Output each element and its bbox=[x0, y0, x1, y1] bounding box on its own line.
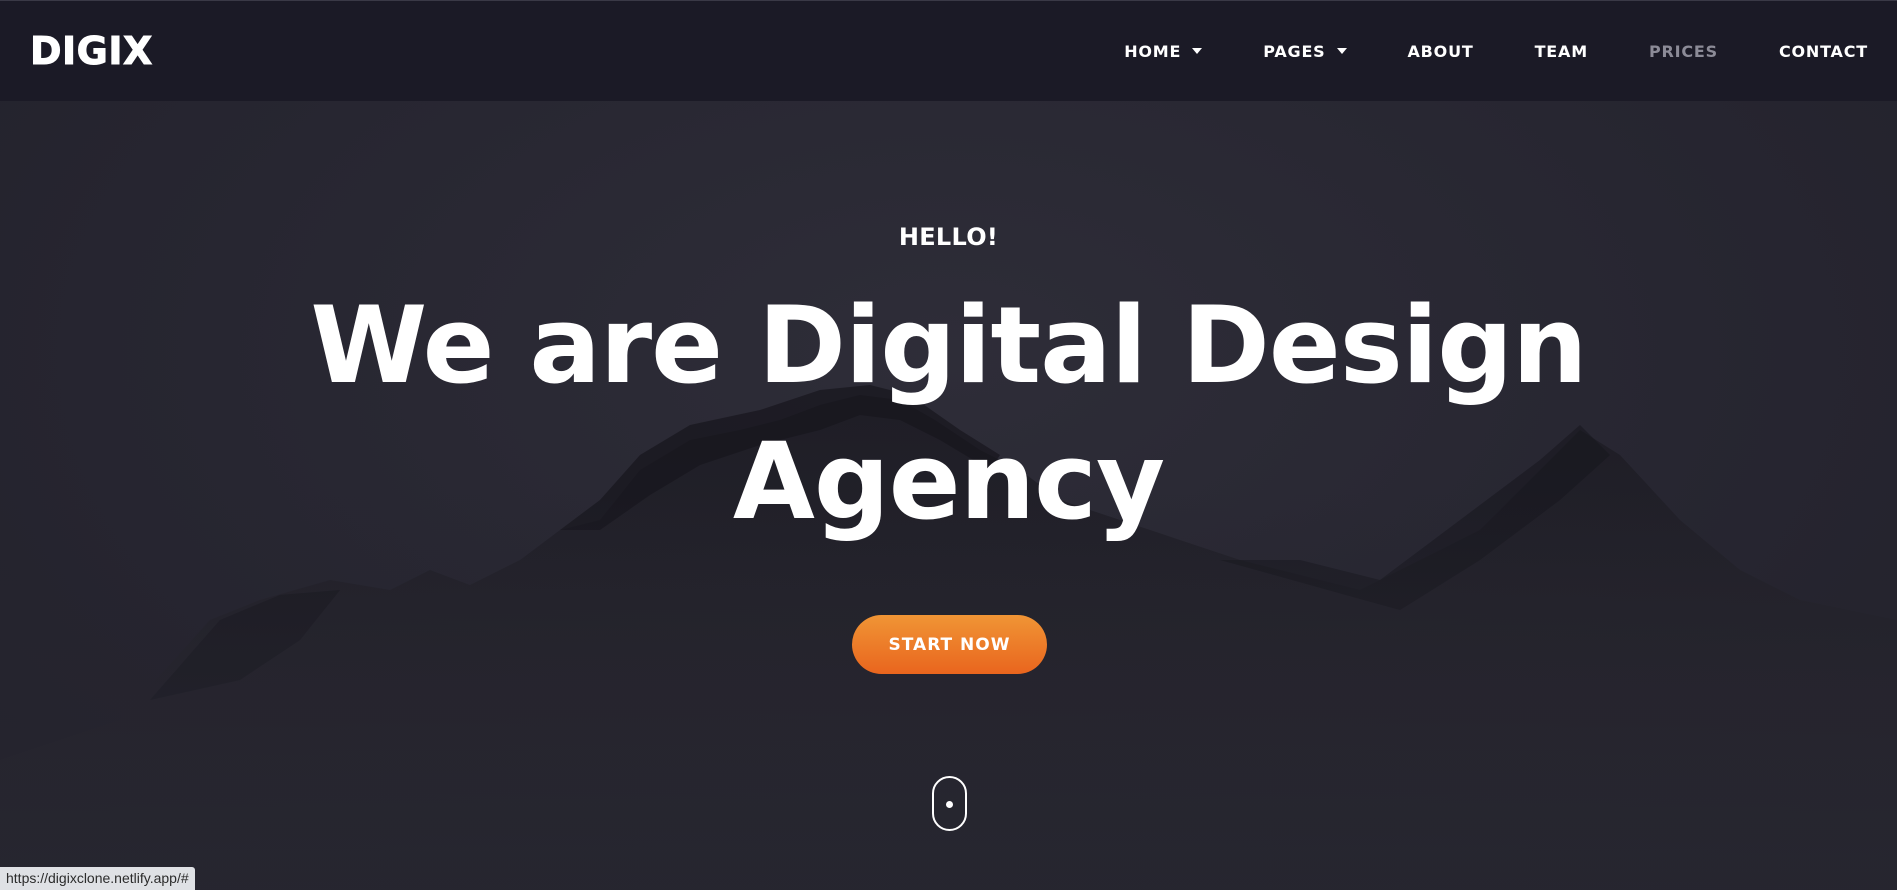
nav-item-pages[interactable]: PAGES bbox=[1263, 41, 1347, 61]
nav-item-label: HOME bbox=[1124, 41, 1182, 61]
main-nav: HOME PAGES ABOUT TEAM PRICES CONTACT bbox=[1124, 1, 1868, 101]
top-navbar: DIGIX HOME PAGES ABOUT TEAM PRICES CONTA… bbox=[0, 0, 1897, 101]
nav-item-label: TEAM bbox=[1534, 41, 1588, 61]
nav-item-label: ABOUT bbox=[1407, 41, 1474, 61]
hero-section: HELLO! We are Digital Design Agency STAR… bbox=[0, 0, 1897, 890]
mouse-scroll-icon[interactable] bbox=[932, 776, 967, 831]
nav-item-prices[interactable]: PRICES bbox=[1649, 42, 1718, 61]
hero-headline: We are Digital Design Agency bbox=[310, 284, 1587, 543]
hero-eyebrow: HELLO! bbox=[898, 223, 999, 251]
start-now-button[interactable]: START NOW bbox=[852, 615, 1047, 674]
nav-item-label: CONTACT bbox=[1778, 41, 1868, 61]
nav-item-label: PRICES bbox=[1648, 41, 1718, 61]
nav-item-contact[interactable]: CONTACT bbox=[1779, 42, 1868, 61]
browser-status-url: https://digixclone.netlify.app/# bbox=[0, 867, 195, 890]
nav-item-label: PAGES bbox=[1263, 41, 1326, 61]
nav-item-about[interactable]: ABOUT bbox=[1408, 42, 1474, 61]
nav-item-team[interactable]: TEAM bbox=[1535, 42, 1588, 61]
chevron-down-icon bbox=[1336, 48, 1347, 54]
chevron-down-icon bbox=[1192, 48, 1203, 54]
scroll-dot bbox=[946, 801, 953, 808]
nav-item-home[interactable]: HOME bbox=[1124, 41, 1203, 61]
brand-logo[interactable]: DIGIX bbox=[30, 29, 153, 74]
